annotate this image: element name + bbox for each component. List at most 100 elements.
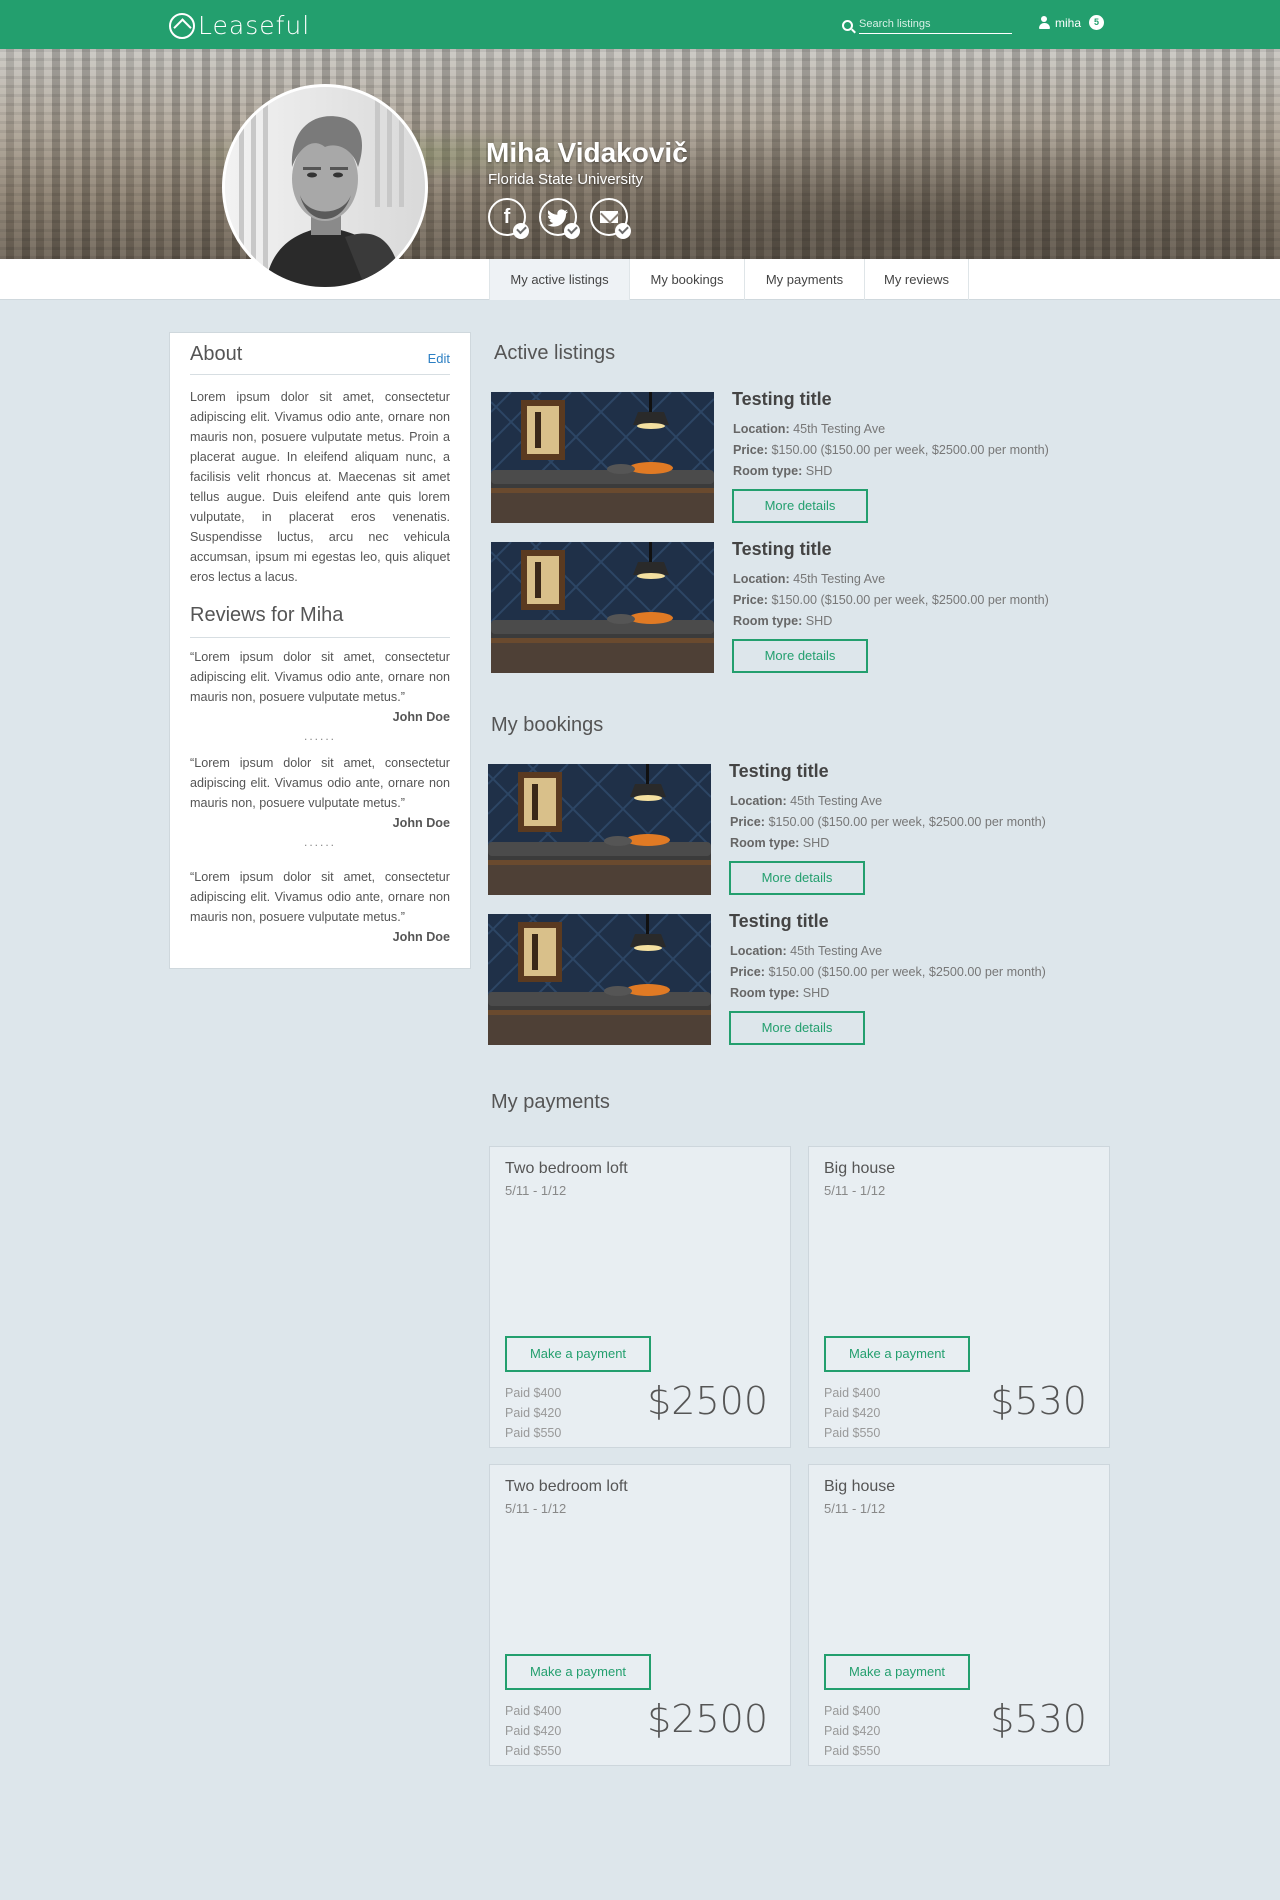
price-value: $150.00 ($150.00 per week, $2500.00 per … <box>771 443 1049 457</box>
payment-amount: $2500 <box>647 1379 768 1423</box>
price-value: $150.00 ($150.00 per week, $2500.00 per … <box>768 965 1046 979</box>
email-icon[interactable] <box>590 198 631 239</box>
payment-card: Two bedroom loft 5/11 - 1/12 Make a paym… <box>489 1146 791 1448</box>
location-value: 45th Testing Ave <box>793 572 886 586</box>
payment-history-item: Paid $550 <box>505 1744 562 1758</box>
payment-card: Two bedroom loft 5/11 - 1/12 Make a paym… <box>489 1464 791 1766</box>
avatar-portrait <box>225 87 425 287</box>
edit-about-link[interactable]: Edit <box>428 351 450 366</box>
review-separator: ...... <box>303 835 336 849</box>
payment-history-item: Paid $550 <box>824 1744 881 1758</box>
payment-amount: $2500 <box>647 1697 768 1741</box>
tab-my-bookings[interactable]: My bookings <box>630 259 745 300</box>
payment-history: Paid $400 Paid $420 Paid $550 <box>824 1383 880 1443</box>
payment-dates: 5/11 - 1/12 <box>505 1501 567 1516</box>
room-type-value: SHD <box>805 614 833 628</box>
review-author: John Doe <box>392 816 450 830</box>
room-type-label: Room type: <box>733 464 803 478</box>
envelope-icon <box>600 211 618 223</box>
more-details-button[interactable]: More details <box>729 1011 865 1045</box>
review-separator: ...... <box>303 729 336 743</box>
facebook-icon[interactable]: f <box>488 198 529 239</box>
more-details-button[interactable]: More details <box>732 639 868 673</box>
profile-school: Florida State University <box>488 171 644 188</box>
listing-image[interactable] <box>491 542 714 673</box>
tab-my-active-listings[interactable]: My active listings <box>489 259 630 300</box>
make-payment-button[interactable]: Make a payment <box>824 1336 970 1372</box>
profile-cover: Miha Vidakovič Florida State University … <box>0 49 1280 259</box>
reviews-header: Reviews for Miha <box>190 604 450 638</box>
location-label: Location: <box>730 944 787 958</box>
location-value: 45th Testing Ave <box>793 422 886 436</box>
make-payment-button[interactable]: Make a payment <box>824 1654 970 1690</box>
notification-badge[interactable]: 5 <box>1089 15 1105 30</box>
price-label: Price: <box>733 443 769 457</box>
reviews-title: Reviews for Miha <box>190 604 344 626</box>
payment-title: Big house <box>824 1478 896 1495</box>
payment-history-item: Paid $550 <box>824 1426 881 1440</box>
price-label: Price: <box>733 593 769 607</box>
price-value: $150.00 ($150.00 per week, $2500.00 per … <box>771 593 1049 607</box>
payment-history: Paid $400 Paid $420 Paid $550 <box>505 1383 561 1443</box>
review-author: John Doe <box>392 930 450 944</box>
booking-title[interactable]: Testing title <box>729 761 829 782</box>
payment-history-item: Paid $400 <box>824 1386 881 1400</box>
payment-title: Two bedroom loft <box>505 1160 628 1177</box>
price-value: $150.00 ($150.00 per week, $2500.00 per … <box>768 815 1046 829</box>
review-text: “Lorem ipsum dolor sit amet, consectetur… <box>190 756 450 810</box>
room-type-label: Room type: <box>730 836 800 850</box>
active-listings-title: Active listings <box>494 342 616 364</box>
booking-details: Location: 45th Testing Ave Price: $150.0… <box>730 941 1046 1004</box>
payment-title: Two bedroom loft <box>505 1478 628 1495</box>
about-title: About <box>190 343 243 365</box>
payment-history-item: Paid $420 <box>505 1724 562 1738</box>
room-photo <box>491 392 714 523</box>
bookings-title: My bookings <box>491 714 604 736</box>
search-icon[interactable] <box>842 20 853 31</box>
payment-history-item: Paid $420 <box>824 1724 881 1738</box>
more-details-button[interactable]: More details <box>729 861 865 895</box>
payment-dates: 5/11 - 1/12 <box>824 1183 886 1198</box>
logo[interactable]: Leaseful <box>169 11 310 40</box>
room-type-value: SHD <box>802 986 830 1000</box>
top-navbar: Leaseful miha 5 <box>0 0 1280 49</box>
payment-history-item: Paid $420 <box>505 1406 562 1420</box>
payment-amount: $530 <box>990 1379 1087 1423</box>
location-label: Location: <box>730 794 787 808</box>
about-header: About Edit <box>190 343 450 375</box>
payment-history: Paid $400 Paid $420 Paid $550 <box>824 1701 880 1761</box>
booking-image[interactable] <box>488 764 711 895</box>
twitter-icon[interactable] <box>539 198 580 239</box>
review-text: “Lorem ipsum dolor sit amet, consectetur… <box>190 650 450 704</box>
payment-history: Paid $400 Paid $420 Paid $550 <box>505 1701 561 1761</box>
location-label: Location: <box>733 572 790 586</box>
location-value: 45th Testing Ave <box>790 944 883 958</box>
more-details-button[interactable]: More details <box>732 489 868 523</box>
about-text: Lorem ipsum dolor sit amet, consectetur … <box>190 390 450 584</box>
listing-title[interactable]: Testing title <box>732 539 832 560</box>
profile-tabs: My active listings My bookings My paymen… <box>0 259 1280 300</box>
payment-dates: 5/11 - 1/12 <box>824 1501 886 1516</box>
price-label: Price: <box>730 965 766 979</box>
tab-my-payments[interactable]: My payments <box>745 259 865 300</box>
booking-details: Location: 45th Testing Ave Price: $150.0… <box>730 791 1046 854</box>
make-payment-button[interactable]: Make a payment <box>505 1336 651 1372</box>
listing-details: Location: 45th Testing Ave Price: $150.0… <box>733 419 1049 482</box>
verified-check-icon <box>564 223 580 239</box>
room-type-label: Room type: <box>730 986 800 1000</box>
payment-title: Big house <box>824 1160 896 1177</box>
listing-image[interactable] <box>491 392 714 523</box>
room-type-label: Room type: <box>733 614 803 628</box>
verified-check-icon <box>513 223 529 239</box>
booking-title[interactable]: Testing title <box>729 911 829 932</box>
booking-image[interactable] <box>488 914 711 1045</box>
user-menu[interactable]: miha 5 <box>1039 15 1105 30</box>
listing-title[interactable]: Testing title <box>732 389 832 410</box>
make-payment-button[interactable]: Make a payment <box>505 1654 651 1690</box>
tab-my-reviews[interactable]: My reviews <box>865 259 969 300</box>
review-item: “Lorem ipsum dolor sit amet, consectetur… <box>190 753 450 833</box>
verified-check-icon <box>615 223 631 239</box>
payment-history-item: Paid $420 <box>824 1406 881 1420</box>
room-photo <box>488 914 711 1045</box>
search-input[interactable] <box>859 15 1012 34</box>
